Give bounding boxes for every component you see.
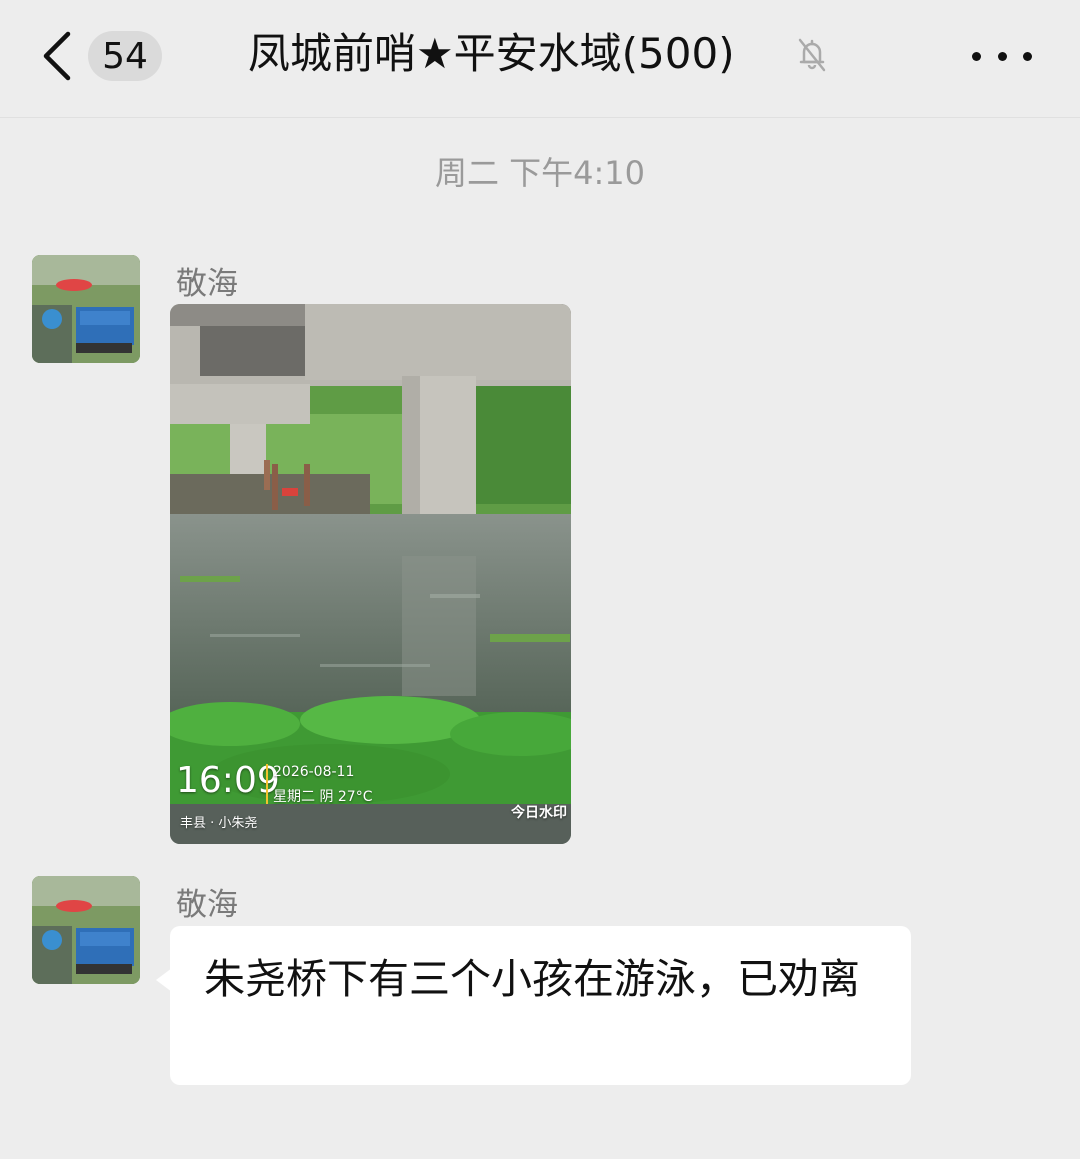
more-dot <box>972 51 981 61</box>
avatar-image <box>32 255 140 363</box>
photo-watermark-brand: 今日水印 <box>511 805 567 821</box>
sender-name: 敬海 <box>176 266 238 302</box>
chevron-left-icon <box>43 31 71 81</box>
more-dot <box>1023 51 1032 61</box>
photo-watermark-divider <box>266 764 268 804</box>
more-options-button[interactable] <box>972 36 1032 76</box>
chat-title: 凤城前哨★平安水域(500) <box>248 29 735 78</box>
chat-header: 54 凤城前哨★平安水域(500) <box>0 0 1080 118</box>
sender-name: 敬海 <box>176 887 238 923</box>
message-text-bubble[interactable]: 朱尧桥下有三个小孩在游泳，已劝离 <box>170 926 911 1085</box>
back-button[interactable]: 54 <box>38 28 168 84</box>
sender-avatar[interactable] <box>32 876 140 984</box>
message-image[interactable]: 16:09 2026-08-11 星期二 阴 27°C 丰县 · 小朱尧 今日水… <box>170 304 571 844</box>
bell-off-icon <box>798 38 826 72</box>
photo-watermark-time: 16:09 <box>176 760 280 801</box>
unread-count-badge: 54 <box>88 31 162 81</box>
photo-watermark-date: 2026-08-11 <box>273 764 355 780</box>
avatar-image <box>32 876 140 984</box>
sender-avatar[interactable] <box>32 255 140 363</box>
photo-watermark-location: 丰县 · 小朱尧 <box>180 816 258 831</box>
photo-watermark-weather: 星期二 阴 27°C <box>273 789 373 805</box>
time-divider: 周二 下午4:10 <box>434 154 646 192</box>
more-dot <box>997 51 1007 61</box>
